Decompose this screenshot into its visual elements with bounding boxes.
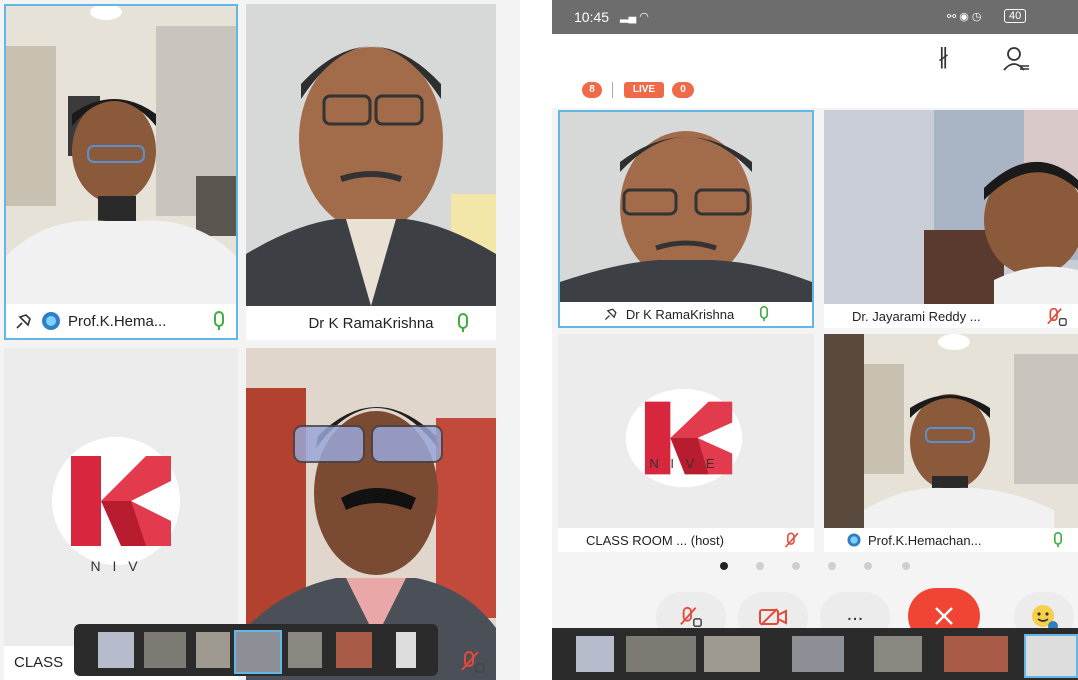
thumbnail[interactable] (98, 632, 134, 668)
participant-photo (246, 4, 496, 306)
status-icons: ⚯ ◉ ◷ (947, 11, 982, 23)
pin-icon[interactable] (14, 311, 34, 331)
divider (612, 82, 613, 98)
thumbnail[interactable] (576, 636, 614, 672)
status-time: 10:45 (574, 9, 610, 25)
university-logo-icon (625, 388, 743, 488)
participants-icon[interactable] (1002, 46, 1030, 72)
logo-caption: N I V E (649, 456, 719, 471)
thumbnail[interactable] (874, 636, 922, 672)
video-tile-dr-ramakrishna[interactable]: Dr K RamaKrishna (246, 4, 496, 340)
participant-name: CLASS ROOM ... (host) (586, 532, 724, 548)
participant-photo (824, 334, 1078, 528)
mic-muted-icon (784, 532, 799, 548)
participant-name: Dr. Jayarami Reddy ... (852, 308, 981, 324)
right-screenshot: 10:45 ▂▄ ◠ ⚯ ◉ ◷ 40 ∦ 8 LIVE 0 Dr K Rama… (552, 0, 1078, 680)
thumbnail[interactable] (704, 636, 760, 672)
participant-label-bar: Dr K RamaKrishna (246, 306, 496, 340)
video-tile-dr-jayarami-reddy[interactable]: Dr. Jayarami Reddy ... (824, 110, 1078, 328)
video-tile-prof-hema[interactable]: Prof.K.Hema... (4, 4, 238, 340)
participant-label-bar: Prof.K.Hemachan... (824, 528, 1078, 552)
participant-name: Prof.K.Hema... (68, 312, 167, 330)
close-icon (935, 607, 953, 625)
thumbnail[interactable] (144, 632, 186, 668)
thumbnail-strip[interactable] (74, 624, 438, 676)
thumbnail[interactable] (944, 636, 1008, 672)
thumbnail-selected[interactable] (234, 630, 282, 674)
video-tile-dr-ramakrishna[interactable]: Dr K RamaKrishna (558, 110, 814, 328)
video-tile-class-room-host[interactable]: N I V E CLASS ROOM ... (host) (558, 334, 814, 552)
mic-on-icon (214, 311, 224, 330)
thumbnail[interactable] (336, 632, 372, 668)
mic-on-icon (458, 313, 468, 332)
connection-quality-icon (42, 312, 60, 330)
live-badge: LIVE (624, 82, 664, 98)
connection-quality-icon (847, 533, 861, 547)
video-tile-prof-hemachandra[interactable]: Prof.K.Hemachan... (824, 334, 1078, 552)
university-logo-icon (52, 437, 180, 565)
status-bar: 10:45 ▂▄ ◠ ⚯ ◉ ◷ 40 (552, 0, 1078, 34)
mic-on-icon (1054, 532, 1062, 548)
participant-label-bar: Prof.K.Hema... (6, 304, 236, 338)
participant-photo (6, 6, 236, 306)
participant-label-bar: Dr K RamaKrishna (560, 302, 812, 326)
page-dot[interactable] (756, 562, 764, 570)
participant-count-badge: 8 (582, 82, 602, 98)
battery-icon: 40 (1004, 9, 1027, 23)
mic-on-icon (760, 306, 769, 322)
thumbnail[interactable] (196, 632, 230, 668)
participant-photo (560, 112, 812, 304)
participant-name: Dr K RamaKrishna (625, 306, 735, 322)
left-screenshot: Prof.K.Hema... Dr K RamaKrishna N I V CL… (0, 0, 520, 680)
participant-name: Dr K RamaKrishna (308, 314, 434, 332)
pin-icon[interactable] (602, 306, 620, 322)
participant-label-bar: CLASS ROOM ... (host) (558, 528, 814, 552)
page-dot[interactable] (792, 562, 800, 570)
participant-name: Prof.K.Hemachan... (868, 532, 982, 548)
thumbnail[interactable] (396, 632, 416, 668)
participant-photo (824, 110, 1078, 304)
camera-off-icon (759, 608, 787, 626)
signal-wifi-icon: ▂▄ ◠ (620, 11, 649, 23)
page-dot[interactable] (828, 562, 836, 570)
mic-muted-icon (1047, 307, 1067, 326)
viewer-count-badge: 0 (672, 82, 694, 98)
thumbnail[interactable] (288, 632, 322, 668)
thumbnail-selected[interactable] (1024, 634, 1078, 678)
page-dot[interactable] (864, 562, 872, 570)
page-dot[interactable] (902, 562, 910, 570)
logo-caption: N I V (90, 558, 142, 574)
bluetooth-icon[interactable]: ∦ (938, 44, 949, 70)
thumbnail[interactable] (626, 636, 696, 672)
thumbnail-strip[interactable] (552, 628, 1078, 680)
thumbnail[interactable] (792, 636, 844, 672)
mic-muted-icon (680, 606, 702, 627)
page-dot-active[interactable] (720, 562, 728, 570)
mic-muted-icon (461, 651, 485, 673)
participant-label-bar: Dr. Jayarami Reddy ... (824, 304, 1078, 328)
call-header: ∦ 8 LIVE 0 (552, 34, 1078, 108)
